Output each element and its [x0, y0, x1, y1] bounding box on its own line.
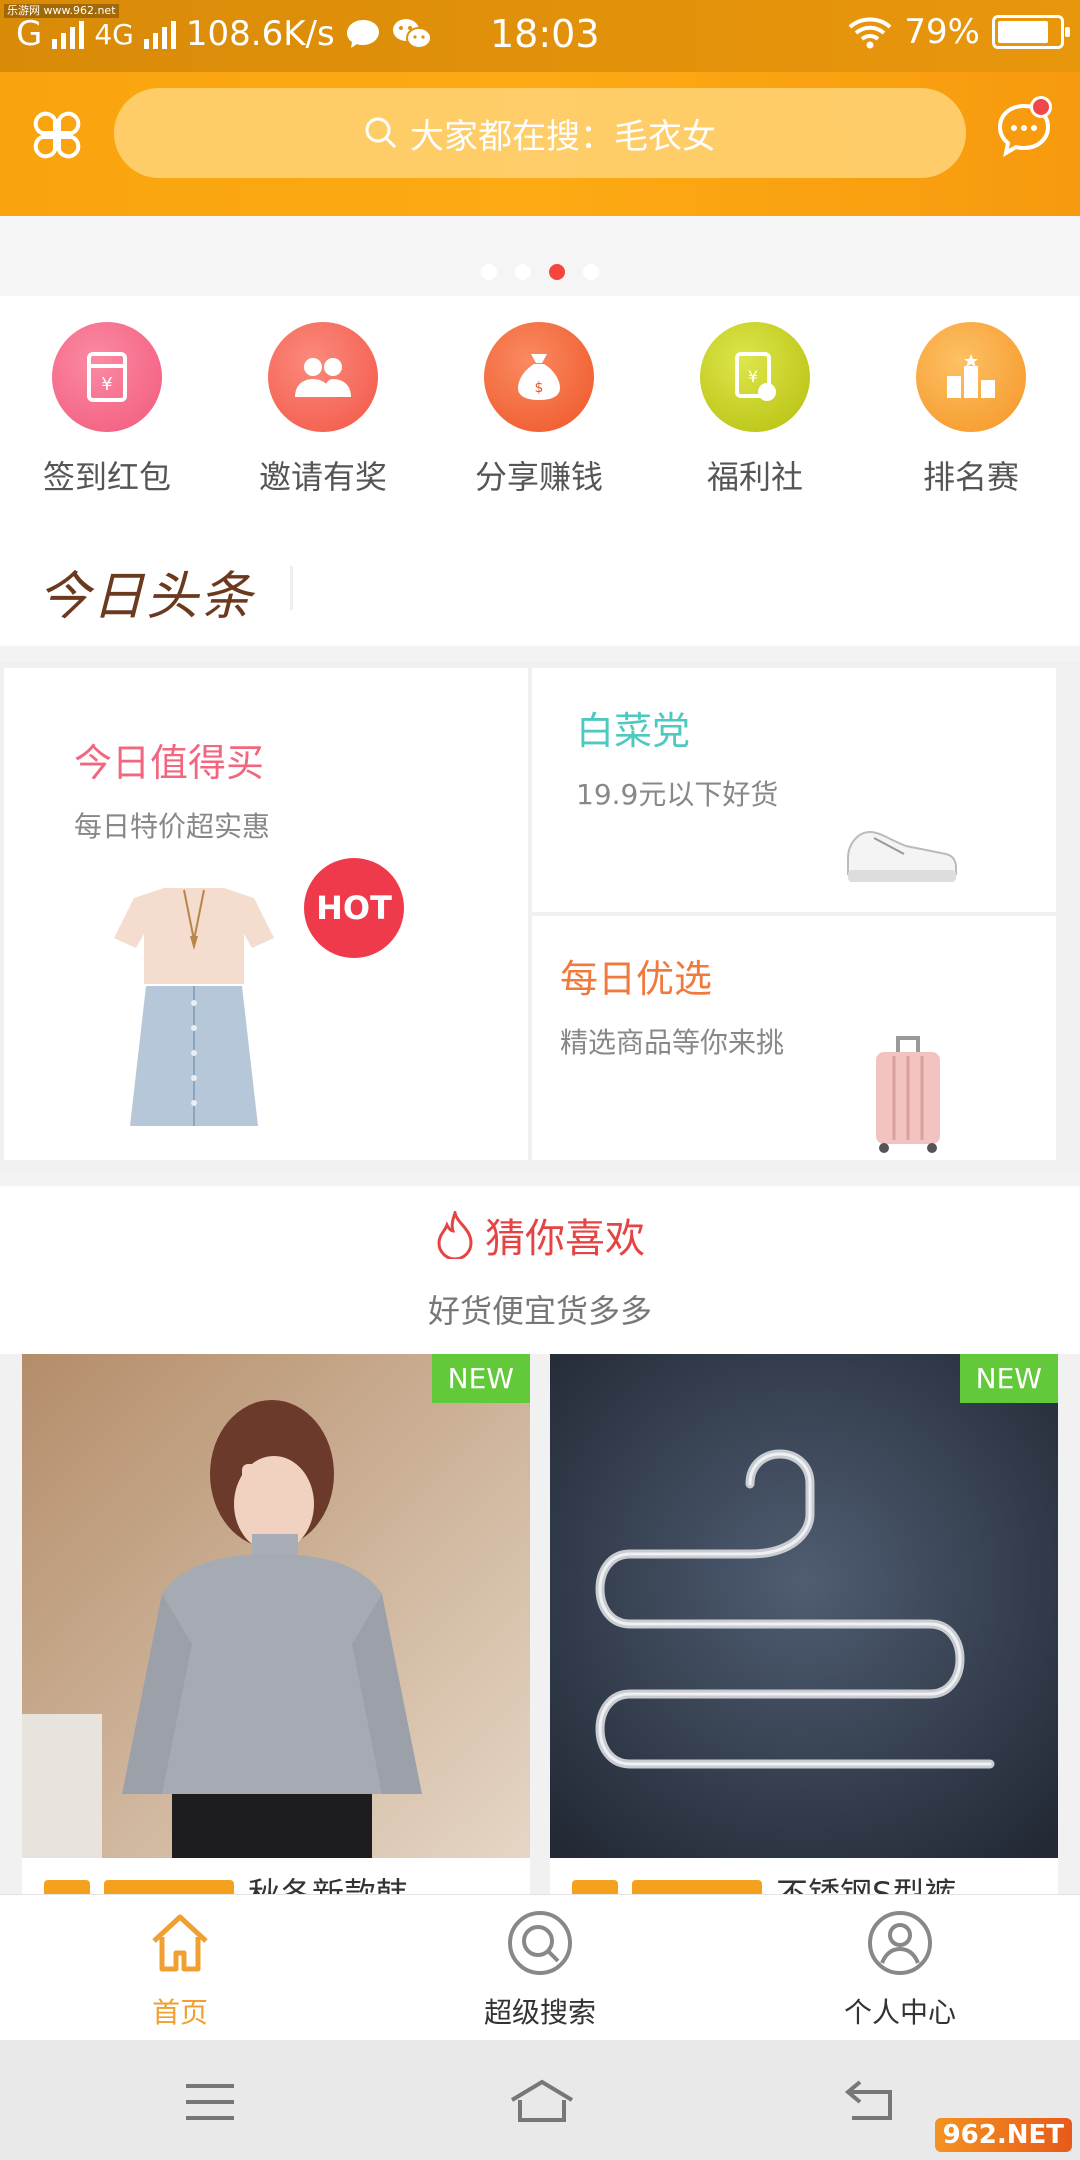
promo-worth-buying[interactable]: 今日值得买 每日特价超实惠 HOT — [4, 668, 528, 1160]
new-badge: NEW — [959, 1354, 1058, 1403]
tab-label: 超级搜索 — [483, 1996, 596, 2029]
quick-item-label: 签到红包 — [42, 458, 171, 496]
quick-menu: ¥ 签到红包 邀请有奖 $ 分享赚钱 ¥ 福利社 排名赛 今日头条 — [0, 296, 1080, 646]
quick-item-label: 福利社 — [706, 458, 803, 496]
menu-icon[interactable] — [180, 2078, 240, 2126]
coupon-icon: ¥ — [700, 322, 810, 432]
quick-item-checkin[interactable]: ¥ 签到红包 — [7, 322, 207, 498]
red-envelope-icon: ¥ — [52, 322, 162, 432]
svg-text:$: $ — [535, 380, 544, 396]
status-bar: 乐游网 www.962.net G 4G 108.6K/s 18:03 79% — [0, 0, 1080, 72]
product-tag — [104, 1880, 234, 1894]
guess-subtitle: 好货便宜货多多 — [427, 1292, 652, 1330]
carousel-dot-active[interactable] — [549, 264, 565, 280]
home-nav-icon[interactable] — [506, 2078, 578, 2126]
flame-icon — [437, 1211, 473, 1259]
user-icon — [868, 1911, 932, 1975]
product-tag — [44, 1880, 90, 1894]
top-header: 大家都在搜：毛衣女 — [0, 72, 1080, 216]
battery-percent: 79% — [904, 12, 980, 52]
tab-profile[interactable]: 个人中心 — [790, 1909, 1010, 2031]
product-title: 秋冬新款韩 — [248, 1878, 408, 1894]
promo-title: 每日优选 — [560, 957, 713, 1001]
product-info: 不锈钢S型裤 — [550, 1858, 1058, 1894]
network-label: 4G — [94, 17, 134, 51]
outfit-image — [114, 888, 274, 1126]
clock: 18:03 — [490, 12, 600, 56]
promo-title: 白菜党 — [576, 709, 691, 753]
money-bag-icon: $ — [484, 322, 594, 432]
carousel-dot[interactable] — [481, 264, 497, 280]
product-image-hanger — [550, 1354, 1058, 1858]
svg-text:¥: ¥ — [101, 374, 112, 395]
users-icon — [268, 322, 378, 432]
search-icon — [365, 117, 397, 149]
guess-title-text: 猜你喜欢 — [485, 1216, 645, 1262]
tab-label: 个人中心 — [843, 1996, 956, 2029]
unread-badge — [1030, 96, 1052, 118]
quick-item-share[interactable]: $ 分享赚钱 — [439, 322, 639, 498]
quick-item-ranking[interactable]: 排名赛 — [871, 322, 1071, 498]
promo-daily-pick[interactable]: 每日优选 精选商品等你来挑 — [532, 916, 1056, 1160]
promo-section: 今日值得买 每日特价超实惠 HOT 白菜党 19.9元以下好货 每日优选 精选商… — [0, 662, 1080, 1172]
carousel-dot[interactable] — [583, 264, 599, 280]
product-tag — [572, 1880, 618, 1894]
signal-icon — [52, 19, 85, 49]
promo-subtitle: 精选商品等你来挑 — [560, 1026, 785, 1059]
product-info: 秋冬新款韩 — [22, 1858, 530, 1894]
promo-title: 今日值得买 — [74, 741, 265, 785]
status-left: G 4G 108.6K/s — [16, 14, 433, 54]
search-placeholder: 大家都在搜：毛衣女 — [410, 116, 716, 157]
home-icon — [152, 1914, 208, 1972]
product-card[interactable]: NEW 不锈钢S型裤 — [550, 1354, 1058, 1894]
quick-item-label: 排名赛 — [922, 458, 1019, 496]
ranking-icon — [916, 322, 1026, 432]
back-icon[interactable] — [840, 2078, 900, 2126]
tab-home[interactable]: 首页 — [70, 1909, 290, 2031]
quick-item-welfare[interactable]: ¥ 福利社 — [655, 322, 855, 498]
tab-label: 首页 — [151, 1996, 208, 2029]
luggage-image — [876, 1036, 940, 1153]
new-badge: NEW — [431, 1354, 530, 1403]
svg-text:¥: ¥ — [748, 367, 758, 386]
quick-item-label: 分享赚钱 — [474, 458, 603, 496]
quick-item-invite[interactable]: 邀请有奖 — [223, 322, 423, 498]
wifi-icon — [849, 17, 892, 49]
carrier-label: G — [16, 14, 43, 54]
guess-title: 猜你喜欢 — [0, 1206, 1080, 1264]
status-right: 79% — [848, 12, 1070, 52]
search-circle-icon — [508, 1911, 572, 1975]
sneaker-image — [847, 830, 957, 882]
product-card[interactable]: NEW 秋冬新款韩 — [22, 1354, 530, 1894]
bottom-tab-bar: 首页 超级搜索 个人中心 — [0, 1894, 1080, 2040]
headline-logo: 今日头条 — [38, 567, 255, 627]
tab-super-search[interactable]: 超级搜索 — [430, 1909, 650, 2031]
category-menu-icon[interactable] — [28, 106, 86, 164]
wechat-icon — [392, 19, 432, 49]
signal-icon-2 — [143, 19, 176, 49]
app-screen: 乐游网 www.962.net G 4G 108.6K/s 18:03 79% — [0, 0, 1080, 2160]
product-image-sweater — [22, 1354, 530, 1858]
product-tag — [632, 1880, 762, 1894]
carousel-dot[interactable] — [515, 264, 531, 280]
product-title: 不锈钢S型裤 — [776, 1878, 956, 1894]
headline-divider — [290, 566, 293, 610]
search-bar[interactable]: 大家都在搜：毛衣女 — [114, 88, 966, 178]
banner-carousel[interactable] — [0, 216, 1080, 296]
product-grid: NEW 秋冬新款韩 NEW 不锈钢S型裤 — [0, 1354, 1080, 1894]
watermark-logo: 962.NET — [934, 2118, 1072, 2152]
promo-budget[interactable]: 白菜党 19.9元以下好货 — [532, 668, 1056, 912]
chat-bubble-icon — [346, 20, 379, 48]
network-speed: 108.6K/s — [185, 14, 335, 54]
battery-icon — [992, 15, 1070, 49]
promo-subtitle: 19.9元以下好货 — [576, 778, 779, 811]
system-nav-bar: 962.NET — [0, 2040, 1080, 2160]
promo-subtitle: 每日特价超实惠 — [74, 810, 271, 843]
guess-you-like-header: 猜你喜欢 好货便宜货多多 — [0, 1186, 1080, 1354]
carousel-indicator — [0, 264, 1080, 280]
quick-item-label: 邀请有奖 — [258, 458, 387, 496]
hot-badge: HOT — [304, 858, 404, 958]
